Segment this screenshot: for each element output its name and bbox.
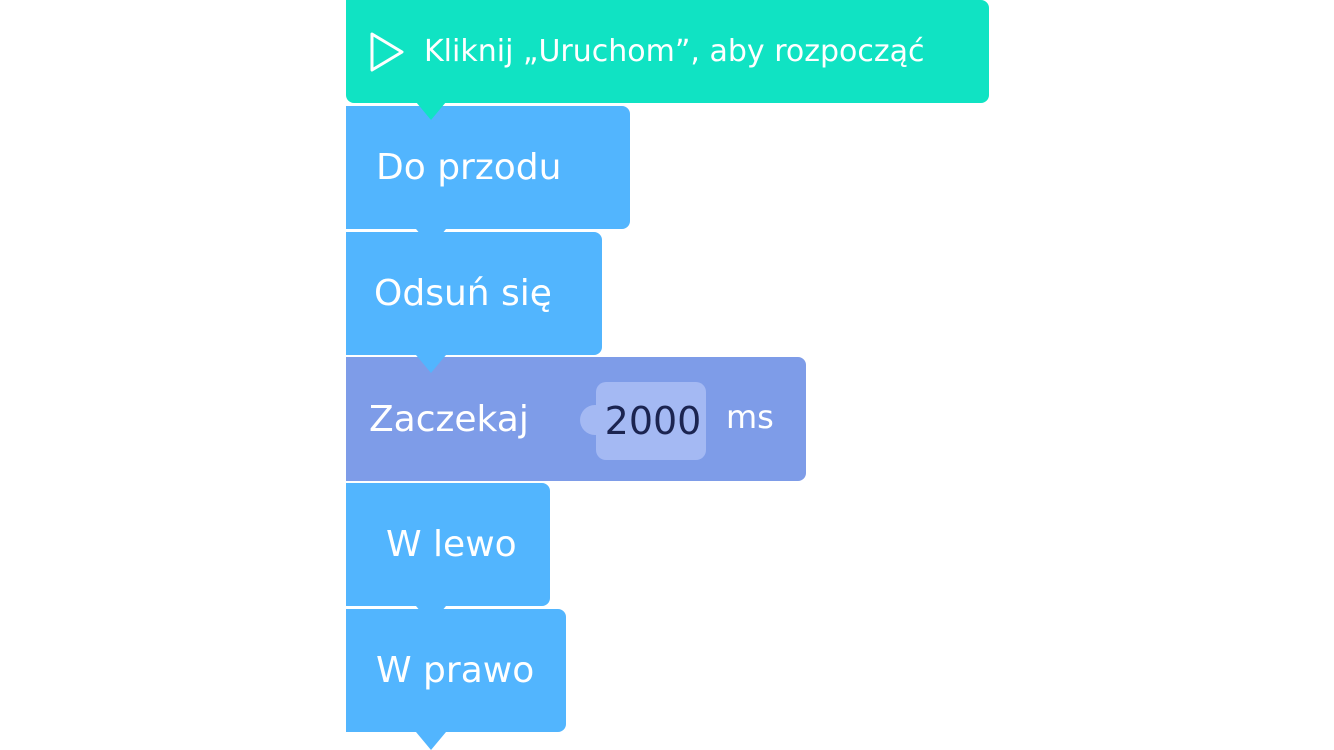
wait-duration-input[interactable]: 2000 bbox=[580, 382, 706, 460]
wait-block[interactable]: Zaczekaj 2000 ms bbox=[346, 354, 806, 481]
back-block[interactable]: Odsuń się bbox=[346, 232, 602, 373]
play-icon bbox=[368, 31, 406, 73]
wait-block-label: Zaczekaj bbox=[369, 398, 529, 440]
wait-unit-label: ms bbox=[726, 398, 774, 436]
back-block-connector bbox=[416, 355, 446, 373]
turn-right-block[interactable]: W prawo bbox=[346, 609, 566, 750]
forward-block-label: Do przodu bbox=[376, 147, 562, 188]
forward-block[interactable]: Do przodu bbox=[346, 106, 630, 247]
turn-right-block-connector bbox=[416, 732, 446, 750]
start-block-label: Kliknij „Uruchom”, aby rozpocząć bbox=[424, 34, 925, 69]
turn-left-block-label: W lewo bbox=[386, 524, 517, 565]
start-block-connector bbox=[416, 102, 446, 120]
back-block-label: Odsuń się bbox=[374, 273, 552, 314]
turn-left-block-connector bbox=[416, 606, 446, 624]
forward-block-connector bbox=[416, 229, 446, 247]
start-block[interactable]: Kliknij „Uruchom”, aby rozpocząć bbox=[346, 0, 989, 120]
turn-right-block-label: W prawo bbox=[376, 650, 535, 691]
turn-left-block[interactable]: W lewo bbox=[346, 483, 550, 624]
